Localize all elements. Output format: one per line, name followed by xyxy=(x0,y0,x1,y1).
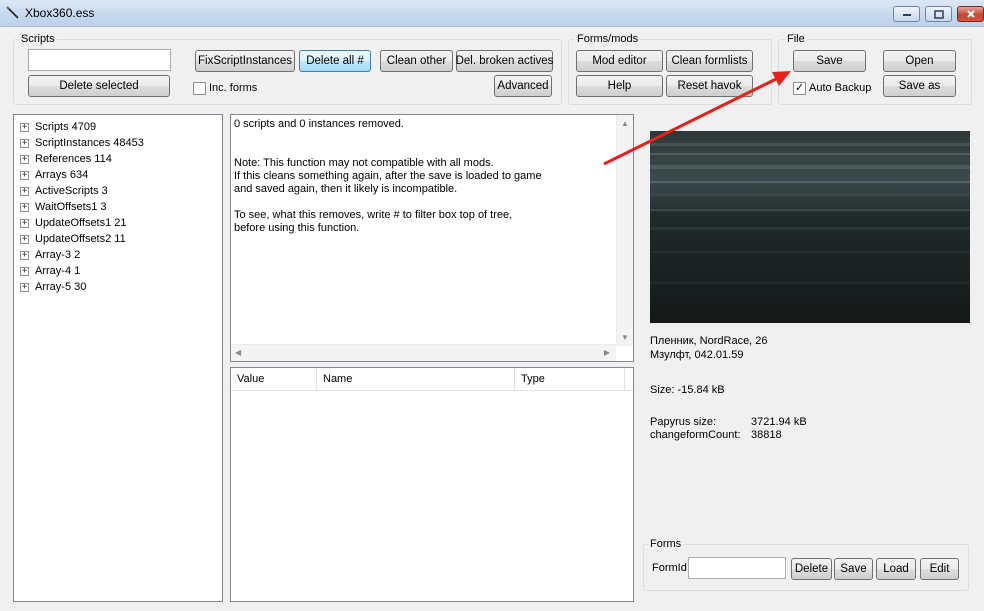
file-group-title: File xyxy=(785,33,807,45)
tree-node-label: Array-3 2 xyxy=(35,249,81,261)
minimize-button[interactable] xyxy=(893,6,920,22)
inc-forms-checkbox[interactable] xyxy=(193,82,206,95)
column-value[interactable]: Value xyxy=(231,368,317,390)
tree-node-label: WaitOffsets1 3 xyxy=(35,201,107,213)
changeform-count-label: changeformCount: xyxy=(650,429,741,441)
scroll-up-icon[interactable]: ▲ xyxy=(621,119,629,128)
expand-icon[interactable]: + xyxy=(20,266,29,276)
window-title: Xbox360.ess xyxy=(25,6,95,20)
tree-node-label: UpdateOffsets2 11 xyxy=(35,233,126,245)
message-line: 0 scripts and 0 instances removed. xyxy=(234,118,404,130)
auto-backup-checkbox[interactable]: ✓ xyxy=(793,82,806,95)
scroll-left-icon[interactable]: ◀ xyxy=(235,348,241,357)
tree-node[interactable]: + Array-3 2 xyxy=(20,247,80,263)
file-save-button[interactable]: Save xyxy=(793,50,866,72)
tree-node[interactable]: + ActiveScripts 3 xyxy=(20,183,108,199)
location-info: Мзулфт, 042.01.59 xyxy=(650,349,744,361)
tree-node-label: UpdateOffsets1 21 xyxy=(35,217,127,229)
expand-icon[interactable]: + xyxy=(20,250,29,260)
expand-icon[interactable]: + xyxy=(20,282,29,292)
papyrus-size-value: 3721.94 kB xyxy=(751,416,807,428)
file-save-as-button[interactable]: Save as xyxy=(883,75,956,97)
tree-node[interactable]: + ScriptInstances 48453 xyxy=(20,135,144,151)
screenshot-image xyxy=(650,131,970,323)
close-icon xyxy=(966,10,975,18)
forms-group-title: Forms xyxy=(648,538,684,550)
minimize-icon xyxy=(902,14,911,16)
delete-selected-button[interactable]: Delete selected xyxy=(28,75,170,97)
expand-icon[interactable]: + xyxy=(20,170,29,180)
tree-node-label: ActiveScripts 3 xyxy=(35,185,108,197)
message-line: and saved again, then it likely is incom… xyxy=(234,183,458,195)
scripts-group-title: Scripts xyxy=(19,33,57,45)
maximize-icon xyxy=(933,9,944,19)
forms-load-button[interactable]: Load xyxy=(876,558,916,580)
message-hscrollbar[interactable]: ◀ ▶ xyxy=(231,344,616,361)
column-type[interactable]: Type xyxy=(515,368,625,390)
pen-icon xyxy=(6,6,19,19)
formid-label: FormId xyxy=(652,562,687,574)
auto-backup-label: Auto Backup xyxy=(809,82,872,94)
tree-node-label: Arrays 634 xyxy=(35,169,89,181)
mod-editor-button[interactable]: Mod editor xyxy=(576,50,663,72)
papyrus-size-label: Papyrus size: xyxy=(650,416,717,428)
inc-forms-label: Inc. forms xyxy=(209,82,258,94)
clean-formlists-button[interactable]: Clean formlists xyxy=(666,50,753,72)
tree-node[interactable]: + Array-4 1 xyxy=(20,263,80,279)
forms-mods-group-title: Forms/mods xyxy=(575,33,641,45)
player-info: Пленник, NordRace, 26 xyxy=(650,335,768,347)
scroll-down-icon[interactable]: ▼ xyxy=(621,333,629,342)
script-filter-input[interactable] xyxy=(28,49,171,71)
message-line: before using this function. xyxy=(234,222,360,234)
changeform-count-value: 38818 xyxy=(751,429,782,441)
title-bar[interactable]: Xbox360.ess xyxy=(0,0,984,27)
save-screenshot xyxy=(650,131,970,323)
tree-node[interactable]: + Array-5 30 xyxy=(20,279,86,295)
clean-other-button[interactable]: Clean other xyxy=(380,50,453,72)
forms-save-button[interactable]: Save xyxy=(834,558,873,580)
tree-node[interactable]: + UpdateOffsets1 21 xyxy=(20,215,127,231)
del-broken-actives-button[interactable]: Del. broken actives xyxy=(456,50,553,72)
tree-node-label: Array-5 30 xyxy=(35,281,87,293)
tree-node[interactable]: + Scripts 4709 xyxy=(20,119,96,135)
maximize-button[interactable] xyxy=(925,6,952,22)
value-list[interactable]: Value Name Type xyxy=(230,367,634,602)
message-line: If this cleans something again, after th… xyxy=(234,170,542,182)
expand-icon[interactable]: + xyxy=(20,138,29,148)
forms-delete-button[interactable]: Delete xyxy=(791,558,832,580)
file-open-button[interactable]: Open xyxy=(883,50,956,72)
column-name[interactable]: Name xyxy=(317,368,515,390)
expand-icon[interactable]: + xyxy=(20,218,29,228)
close-button[interactable] xyxy=(957,6,984,22)
expand-icon[interactable]: + xyxy=(20,154,29,164)
tree-node-label: References 114 xyxy=(35,153,112,165)
expand-icon[interactable]: + xyxy=(20,234,29,244)
fix-script-instances-button[interactable]: FixScriptInstances xyxy=(195,50,295,72)
tree-node[interactable]: + References 114 xyxy=(20,151,112,167)
message-panel[interactable]: 0 scripts and 0 instances removed. Note: … xyxy=(230,114,634,362)
message-vscrollbar[interactable]: ▲ ▼ xyxy=(616,115,633,346)
reset-havok-button[interactable]: Reset havok xyxy=(666,75,753,97)
delete-all-button[interactable]: Delete all # xyxy=(299,50,371,72)
scroll-right-icon[interactable]: ▶ xyxy=(604,348,610,357)
message-line: To see, what this removes, write # to fi… xyxy=(234,209,513,221)
forms-edit-button[interactable]: Edit xyxy=(920,558,959,580)
tree-node[interactable]: + UpdateOffsets2 11 xyxy=(20,231,126,247)
expand-icon[interactable]: + xyxy=(20,202,29,212)
tree-node-label: Scripts 4709 xyxy=(35,121,97,133)
message-line: Note: This function may not compatible w… xyxy=(234,157,494,169)
tree-node-label: ScriptInstances 48453 xyxy=(35,137,144,149)
tree-node[interactable]: + WaitOffsets1 3 xyxy=(20,199,107,215)
help-button[interactable]: Help xyxy=(576,75,663,97)
formid-input[interactable] xyxy=(688,557,786,579)
expand-icon[interactable]: + xyxy=(20,122,29,132)
list-header: Value Name Type xyxy=(231,368,633,391)
tree-node-label: Array-4 1 xyxy=(35,265,81,277)
script-tree[interactable]: + Scripts 4709 + ScriptInstances 48453 + Refe… xyxy=(13,114,223,602)
tree-node[interactable]: + Arrays 634 xyxy=(20,167,88,183)
size-info: Size: -15.84 kB xyxy=(650,384,725,396)
expand-icon[interactable]: + xyxy=(20,186,29,196)
advanced-button[interactable]: Advanced xyxy=(494,75,552,97)
